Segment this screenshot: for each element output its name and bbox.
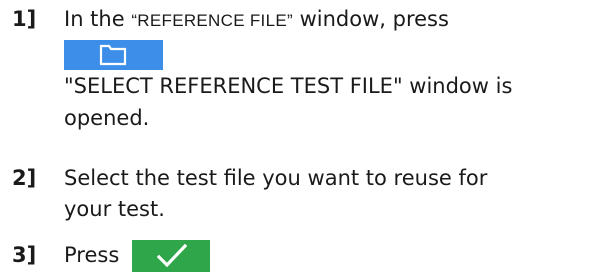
step-text-line: "SELECT REFERENCE TEST FILE" window is xyxy=(64,74,513,98)
step-text: In the xyxy=(64,7,132,31)
step-text-line: In the “REFERENCE FILE” window, press xyxy=(64,4,590,36)
open-folder-button[interactable] xyxy=(64,40,163,70)
step-number: 2] xyxy=(12,166,37,190)
checkmark-icon xyxy=(157,244,187,268)
step-text: window, press xyxy=(292,7,449,31)
step-text-line: Select the test file you want to reuse f… xyxy=(64,166,488,190)
folder-icon xyxy=(99,44,127,66)
step-text-line: opened. xyxy=(64,106,150,130)
confirm-button[interactable] xyxy=(132,240,210,272)
step-number: 3] xyxy=(12,243,37,267)
window-name: “REFERENCE FILE” xyxy=(131,11,293,30)
step-text-line: your test. xyxy=(64,197,165,221)
step-number: 1] xyxy=(12,7,37,31)
